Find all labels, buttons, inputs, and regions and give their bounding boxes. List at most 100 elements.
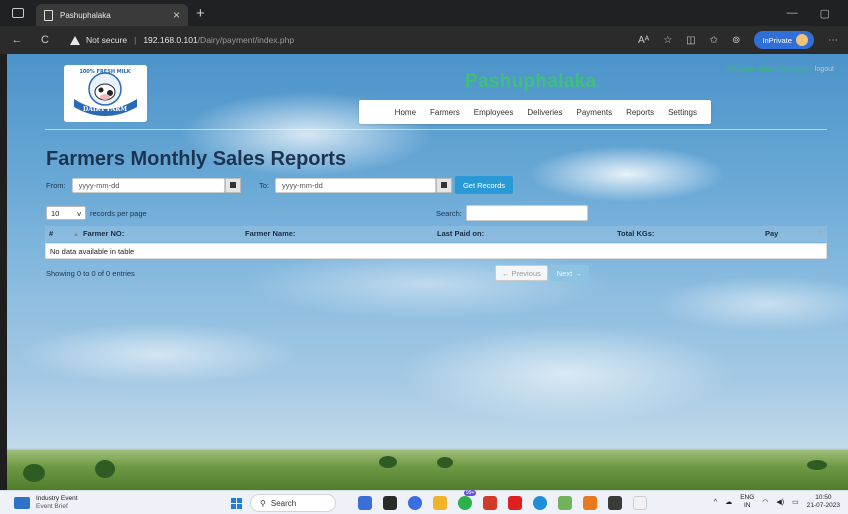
from-label: From: <box>46 180 66 190</box>
tree-graphic <box>23 464 45 482</box>
split-screen-icon[interactable]: ◫ <box>686 35 695 46</box>
table-info: Showing 0 to 0 of 0 entries <box>46 269 135 278</box>
favorite-star-icon[interactable]: ☆ <box>663 35 672 46</box>
reload-icon[interactable]: C <box>38 34 52 46</box>
close-tab-icon[interactable]: × <box>173 8 180 22</box>
edge-icon[interactable] <box>533 496 547 510</box>
welcome-bar: Welcome Admin (Manager) logout <box>726 66 834 73</box>
warning-icon <box>70 35 80 45</box>
app-icon[interactable] <box>383 496 397 510</box>
nav-farmers[interactable]: Farmers <box>430 108 460 117</box>
read-aloud-icon[interactable]: Aᴬ <box>638 35 649 46</box>
app-icon[interactable] <box>483 496 497 510</box>
notification-badge: 99+ <box>464 490 477 496</box>
previous-button[interactable]: ← Previous <box>495 265 548 281</box>
news-widget[interactable]: Industry Event Event Brief <box>14 495 78 511</box>
more-icon[interactable]: ⋯ <box>828 35 838 46</box>
app-icon[interactable] <box>633 496 647 510</box>
url-path: /Dairy/payment/index.php <box>197 35 295 45</box>
col-farmer-name[interactable]: Farmer Name: <box>245 229 295 238</box>
col-index[interactable]: # <box>49 229 53 238</box>
nav-reports[interactable]: Reports <box>626 108 654 117</box>
to-calendar-icon[interactable] <box>436 177 453 193</box>
security-label: Not secure <box>86 35 128 45</box>
tray-overflow-icon[interactable]: ^ <box>714 499 717 506</box>
news-subtitle: Event Brief <box>36 502 68 510</box>
tree-graphic <box>807 460 827 470</box>
get-records-button[interactable]: Get Records <box>455 176 513 194</box>
svg-text:100% FRESH MILK: 100% FRESH MILK <box>79 69 131 75</box>
page-length-value: 10 <box>51 208 60 218</box>
from-calendar-icon[interactable] <box>224 177 241 193</box>
tree-graphic <box>95 460 115 478</box>
nav-home[interactable]: Home <box>395 108 416 117</box>
window-menu-icon[interactable] <box>12 8 24 18</box>
page-icon <box>44 9 53 21</box>
taskbar: Industry Event Event Brief ⚲ Search 99+ … <box>0 490 848 514</box>
sort-asc-icon: ▲ <box>73 232 79 238</box>
col-pay[interactable]: Pay <box>765 229 778 238</box>
url-separator: | <box>134 35 137 45</box>
taskbar-search[interactable]: ⚲ Search <box>250 494 336 512</box>
taskbar-apps: 99+ <box>358 490 647 510</box>
from-date-input[interactable]: yyyy-mm-dd <box>71 177 225 193</box>
battery-icon[interactable]: ▭ <box>792 498 799 506</box>
page-title: Farmers Monthly Sales Reports <box>46 148 347 170</box>
main-nav: Home Farmers Employees Deliveries Paymen… <box>359 100 711 124</box>
col-farmer-no[interactable]: ▲ Farmer NO: <box>73 229 124 238</box>
to-date-input[interactable]: yyyy-mm-dd <box>275 177 437 193</box>
pagination: ← Previous Next → <box>495 265 589 281</box>
tree-graphic <box>379 456 397 468</box>
nav-deliveries[interactable]: Deliveries <box>527 108 562 117</box>
extensions-icon[interactable]: ⊚ <box>732 35 740 46</box>
page-length-label: records per page <box>90 208 147 218</box>
new-tab-icon[interactable]: + <box>196 5 205 22</box>
clock[interactable]: 10:50 21-07-2023 <box>807 494 840 510</box>
browser-toolbar: Aᴬ ☆ ◫ ✩ ⊚ InPrivate ⋯ <box>638 31 838 49</box>
lang-region: IN <box>744 502 751 509</box>
url-field[interactable]: Not secure | 192.168.0.101/Dairy/payment… <box>70 35 294 45</box>
volume-icon[interactable]: ◀) <box>776 498 784 506</box>
nav-payments[interactable]: Payments <box>577 108 613 117</box>
search-input[interactable] <box>465 205 588 221</box>
language-indicator[interactable]: ENG IN <box>740 494 754 510</box>
onedrive-icon[interactable]: ☁ <box>725 498 732 506</box>
profile-avatar-icon <box>796 34 808 46</box>
youtube-icon[interactable] <box>508 496 522 510</box>
table-header: # ▲ Farmer NO: Farmer Name: Last Paid on:… <box>45 226 827 242</box>
app-icon[interactable] <box>558 496 572 510</box>
col-last-paid[interactable]: Last Paid on: <box>437 229 484 238</box>
dairy-farm-logo[interactable]: 100% FRESH MILK DAIRY FARM <box>64 65 147 122</box>
minimize-icon[interactable]: — <box>787 7 798 20</box>
back-icon[interactable]: ← <box>10 34 24 46</box>
inprivate-badge[interactable]: InPrivate <box>754 31 814 49</box>
logout-link[interactable]: logout <box>815 66 834 73</box>
site-brand[interactable]: Pashuphalaka <box>465 71 596 93</box>
favorites-icon[interactable]: ✩ <box>710 35 718 46</box>
terminal-icon[interactable] <box>608 496 622 510</box>
windows-start-icon[interactable] <box>231 498 242 509</box>
nav-settings[interactable]: Settings <box>668 108 697 117</box>
page-length-select[interactable]: 10 v <box>46 206 86 220</box>
wifi-icon[interactable]: ◠ <box>762 498 768 506</box>
system-tray: ^ ☁ ENG IN ◠ ◀) ▭ 10:50 21-07-2023 <box>714 494 840 510</box>
col-total-kgs[interactable]: Total KGs: <box>617 229 654 238</box>
chevron-down-icon: v <box>77 208 81 218</box>
whatsapp-icon[interactable]: 99+ <box>458 490 477 510</box>
nav-employees[interactable]: Employees <box>474 108 514 117</box>
inprivate-label: InPrivate <box>762 35 792 45</box>
folder-icon[interactable] <box>433 496 447 510</box>
app-icon[interactable] <box>583 496 597 510</box>
app-icon[interactable] <box>358 496 372 510</box>
page-length-control: 10 v records per page <box>46 206 147 220</box>
browser-tab[interactable]: Pashuphalaka × <box>36 4 188 26</box>
search-label: Search: <box>436 208 462 218</box>
window-controls: — ▢ <box>787 7 830 20</box>
sort-icon[interactable]: ⇕ <box>817 229 823 237</box>
app-icon[interactable] <box>408 496 422 510</box>
url-host: 192.168.0.101 <box>143 35 198 45</box>
tree-graphic <box>437 457 453 468</box>
taskbar-search-label: Search <box>270 498 297 508</box>
next-button[interactable]: Next → <box>549 265 589 281</box>
restore-icon[interactable]: ▢ <box>820 7 830 20</box>
